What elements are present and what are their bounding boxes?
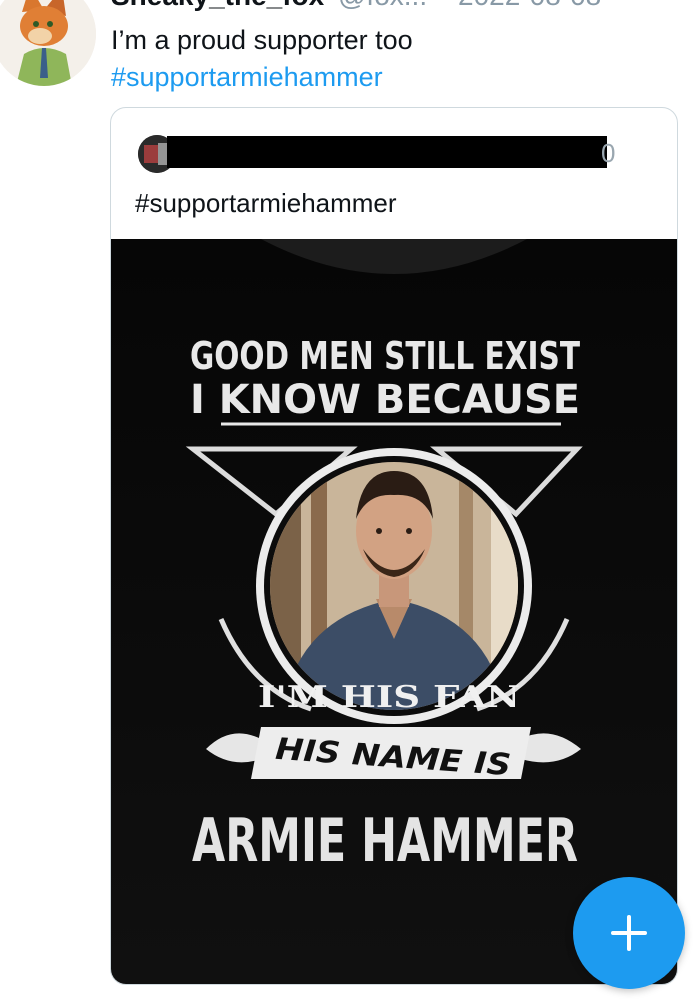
compose-fab-button[interactable] [573, 877, 685, 989]
quoted-tweet-card[interactable]: 0 #supportarmiehammer GOOD MEN STILL EXI… [110, 107, 678, 985]
tweet-header: Sneaky_the_fox @fox... · 2022-08-08 [111, 0, 601, 12]
author-avatar[interactable] [0, 0, 96, 86]
shirt-line-1: GOOD MEN STILL EXIST [190, 334, 580, 378]
author-name[interactable]: Sneaky_the_fox [111, 0, 324, 11]
shirt-fan-line: I'M HIS FAN [258, 680, 520, 715]
quoted-header-tail: 0 [601, 138, 616, 168]
plus-icon [611, 915, 647, 951]
tweet-body: I’m a proud supporter too #supportarmieh… [111, 22, 413, 96]
tweet-hashtag-link[interactable]: #supportarmiehammer [111, 59, 413, 96]
quoted-tweet-hashtag[interactable]: #supportarmiehammer [135, 188, 397, 219]
tweet-date[interactable]: · 2022-08-08 [441, 0, 601, 11]
author-handle[interactable]: @fox... [338, 0, 427, 11]
shirt-name: ARMIE HAMMER [192, 806, 578, 876]
redacted-author-info [167, 136, 607, 168]
quoted-tweet-image[interactable]: GOOD MEN STILL EXIST I KNOW BECAUSE I'M … [111, 239, 677, 984]
shirt-line-2: I KNOW BECAUSE [190, 377, 580, 423]
tweet-text: I’m a proud supporter too [111, 25, 413, 55]
